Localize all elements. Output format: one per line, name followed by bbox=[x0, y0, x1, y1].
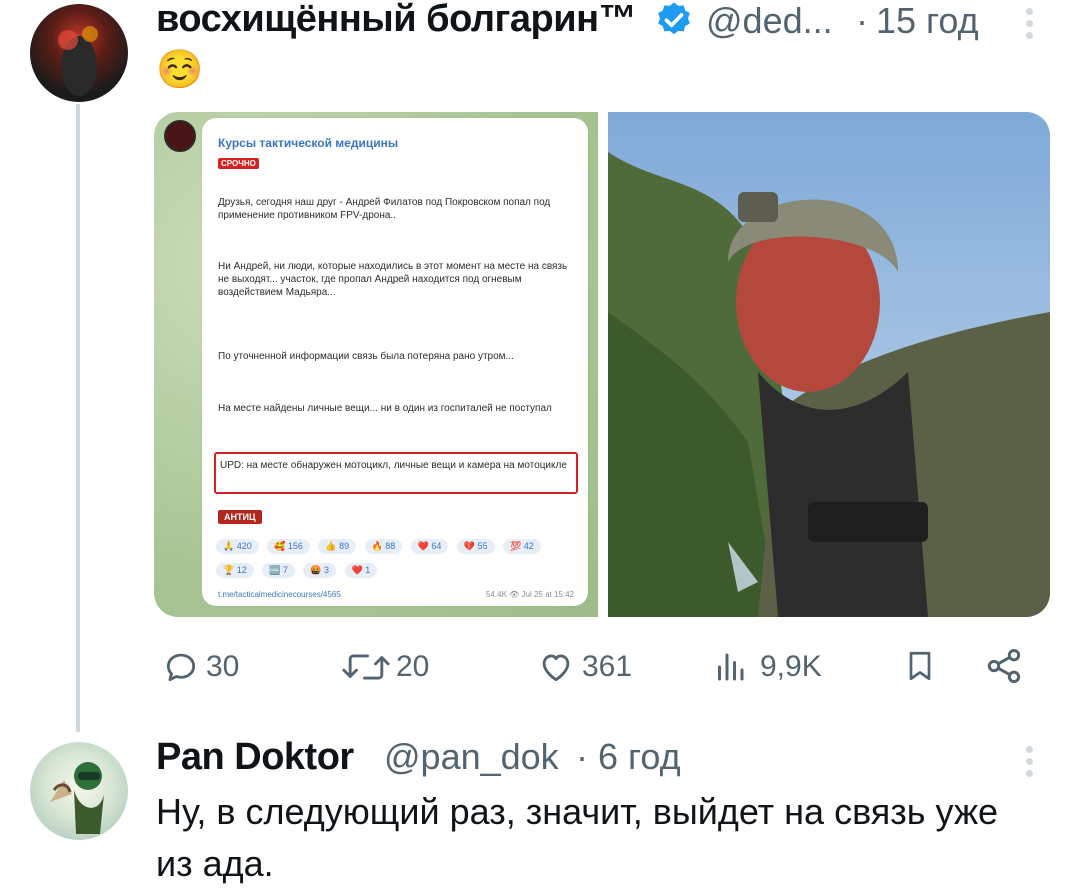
repost-icon[interactable] bbox=[340, 648, 392, 686]
views-icon[interactable] bbox=[712, 648, 748, 686]
author-handle[interactable]: @ded... bbox=[706, 0, 833, 42]
share-icon[interactable] bbox=[984, 646, 1024, 686]
tweet-text: ☺️ bbox=[156, 49, 204, 91]
reply-author-handle[interactable]: @pan_dok bbox=[384, 736, 559, 778]
views-count: 9,9K bbox=[760, 650, 822, 683]
separator-dot: · bbox=[856, 0, 868, 41]
tg-views-date: 54.4K 👁 Jul 25 at 15:42 bbox=[486, 590, 574, 599]
avatar-image bbox=[50, 762, 104, 834]
tg-urgent-badge: СРОЧНО bbox=[218, 158, 259, 169]
tg-paragraph: На месте найдены личные вещи... ни в оди… bbox=[218, 403, 552, 414]
reply-author-avatar[interactable] bbox=[30, 742, 128, 840]
tg-paragraph: Ни Андрей, ни люди, которые находились в… bbox=[218, 261, 568, 298]
reply-text: Ну, в следующий раз, значит, выйдет на с… bbox=[156, 791, 999, 884]
tg-post-link: t.me/tacticalmedicinecourses/4565 bbox=[218, 590, 341, 599]
tg-channel-name: Курсы тактической медицины bbox=[218, 136, 399, 150]
more-icon[interactable] bbox=[1026, 746, 1036, 782]
media-telegram-screenshot[interactable]: Курсы тактической медицины СРОЧНО Друзья… bbox=[154, 112, 598, 617]
avatar-image bbox=[58, 26, 98, 96]
tg-reaction: 🔥 88 bbox=[364, 539, 403, 554]
tg-paragraph: Друзья, сегодня наш друг - Андрей Филато… bbox=[218, 197, 551, 221]
tweet-time[interactable]: 15 год bbox=[876, 0, 979, 42]
verified-badge-icon bbox=[658, 2, 690, 35]
tg-reaction: ❤️ 64 bbox=[410, 539, 449, 554]
media-photo[interactable] bbox=[608, 112, 1050, 617]
more-icon[interactable] bbox=[1026, 8, 1036, 44]
tg-reaction: ❤️ 1 bbox=[344, 563, 378, 578]
reply-count: 30 bbox=[206, 650, 240, 683]
repost-count: 20 bbox=[396, 650, 430, 683]
reply-author-name[interactable]: Pan Doktor bbox=[156, 736, 354, 779]
reply-time[interactable]: 6 год bbox=[598, 736, 681, 778]
channel-logo bbox=[164, 120, 196, 152]
tg-paragraph: По уточненной информации связь была поте… bbox=[218, 351, 514, 362]
reply-icon[interactable] bbox=[162, 648, 200, 686]
tg-reaction: 💔 55 bbox=[456, 539, 495, 554]
tg-upd-text: UPD: на месте обнаружен мотоцикл, личные… bbox=[220, 460, 567, 471]
telegram-post-card: Курсы тактической медицины СРОЧНО Друзья… bbox=[202, 118, 588, 606]
tg-reaction: 🏆 12 bbox=[216, 563, 254, 578]
tg-sticker: АНТИЦ bbox=[218, 510, 262, 524]
tg-reaction: 🙏 420 bbox=[216, 539, 259, 554]
like-count: 361 bbox=[582, 650, 633, 683]
thread-line bbox=[76, 104, 80, 732]
tg-reaction: 🆒 7 bbox=[262, 563, 295, 578]
tg-reaction: 🥰 156 bbox=[267, 539, 310, 554]
tg-reaction: 💯 42 bbox=[503, 539, 541, 554]
tg-reaction: 🤬 3 bbox=[303, 563, 337, 578]
author-name[interactable]: восхищённый болгарин™ bbox=[156, 0, 637, 41]
separator-dot: · bbox=[576, 736, 588, 777]
soldier-photo-image bbox=[608, 112, 1050, 617]
bookmark-icon[interactable] bbox=[902, 646, 938, 686]
tg-reactions: 🙏 420 🥰 156 👍 89 🔥 88 ❤️ 64 💔 55 💯 42 🏆 … bbox=[216, 536, 576, 584]
tg-reaction: 👍 89 bbox=[318, 539, 357, 554]
author-avatar[interactable] bbox=[30, 4, 128, 102]
like-icon[interactable] bbox=[536, 648, 576, 686]
tg-upd-highlight: UPD: на месте обнаружен мотоцикл, личные… bbox=[214, 452, 578, 494]
